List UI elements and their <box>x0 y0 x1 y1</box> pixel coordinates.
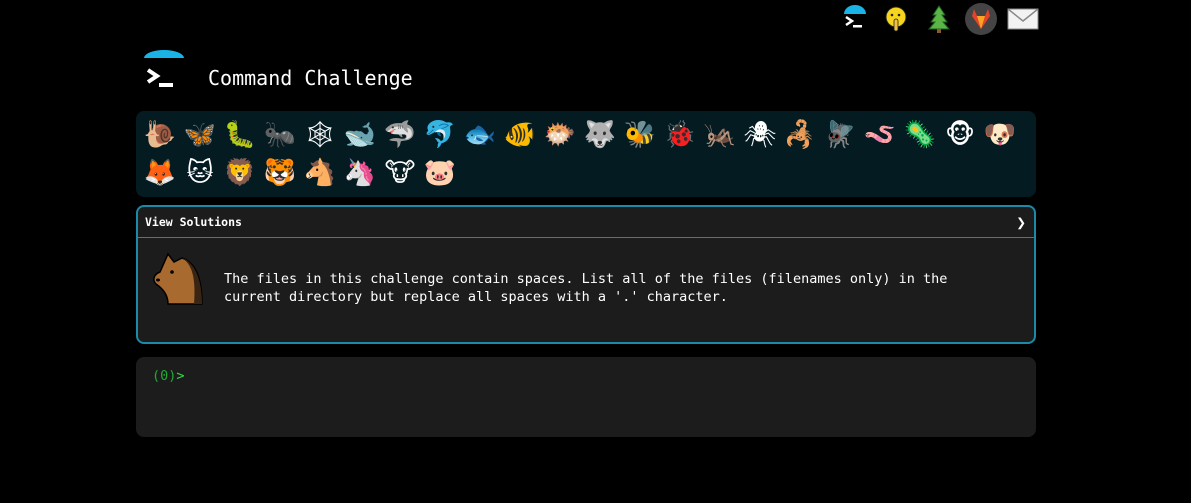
pig-face-icon[interactable]: 🐷 <box>420 154 460 192</box>
view-solutions-toggle[interactable]: View Solutions ❯ <box>138 207 1034 238</box>
spider-web-icon[interactable]: 🕸 <box>300 116 340 154</box>
lion-icon[interactable]: 🦁 <box>220 154 260 192</box>
ant-icon[interactable]: 🐜 <box>260 116 300 154</box>
evergreen-tree-icon[interactable] <box>922 2 956 36</box>
terminal-logo-icon[interactable] <box>838 2 872 36</box>
whale-icon[interactable]: 🐋 <box>340 116 380 154</box>
horse-face-icon <box>148 248 210 310</box>
top-icon-bar <box>838 2 1040 36</box>
fox-icon[interactable]: 🦊 <box>140 154 180 192</box>
microbe-icon[interactable]: 🦠 <box>900 116 940 154</box>
fly-icon[interactable]: 🪰 <box>820 116 860 154</box>
gitlab-icon[interactable] <box>964 2 998 36</box>
spider-icon[interactable]: 🕷 <box>740 116 780 154</box>
unicorn-icon[interactable]: 🦄 <box>340 154 380 192</box>
dog-face-icon[interactable]: 🐶 <box>980 116 1020 154</box>
scorpion-icon[interactable]: 🦂 <box>780 116 820 154</box>
terminal[interactable]: (0)> <box>136 357 1036 437</box>
challenge-animal-bar: 🐌 🦋 🐛 🐜 🕸 🐋 🦈 🐬 🐟 🐠 🐡 🐺 🐝 🐞 🦗 🕷 🦂 🪰 🪱 🦠 🐵 🐶 🦊 🐱 🦁 🐯 🐴 🦄 🐮 🐷 <box>136 111 1036 197</box>
dolphin-icon[interactable]: 🐬 <box>420 116 460 154</box>
caterpillar-icon[interactable]: 🐛 <box>220 116 260 154</box>
tiger-face-icon[interactable]: 🐯 <box>260 154 300 192</box>
blowfish-icon[interactable]: 🐡 <box>540 116 580 154</box>
bee-icon[interactable]: 🐝 <box>620 116 660 154</box>
snail-icon[interactable]: 🐌 <box>140 116 180 154</box>
wolf-icon[interactable]: 🐺 <box>580 116 620 154</box>
challenge-panel: View Solutions ❯ The files in this chall… <box>136 205 1036 344</box>
view-solutions-label: View Solutions <box>145 215 242 229</box>
chevron-right-icon: ❯ <box>1016 212 1026 232</box>
worm-icon[interactable]: 🪱 <box>860 116 900 154</box>
ladybug-icon[interactable]: 🐞 <box>660 116 700 154</box>
envelope-icon[interactable] <box>1006 2 1040 36</box>
terminal-prompt[interactable]: (0)> <box>152 368 1020 384</box>
cat-face-icon[interactable]: 🐱 <box>180 154 220 192</box>
prompt-exit-code: (0) <box>152 368 177 384</box>
horse-face-icon[interactable]: 🐴 <box>300 154 340 192</box>
challenge-description: The files in this challenge contain spac… <box>224 271 948 305</box>
tropical-fish-icon[interactable]: 🐠 <box>500 116 540 154</box>
shushing-face-icon[interactable] <box>880 2 914 36</box>
cow-face-icon[interactable]: 🐮 <box>380 154 420 192</box>
butterfly-icon[interactable]: 🦋 <box>180 116 220 154</box>
site-header: Command Challenge <box>140 48 413 96</box>
shark-icon[interactable]: 🦈 <box>380 116 420 154</box>
fish-icon[interactable]: 🐟 <box>460 116 500 154</box>
terminal-logo-icon[interactable] <box>140 48 188 96</box>
prompt-symbol: > <box>176 368 185 384</box>
cricket-icon[interactable]: 🦗 <box>700 116 740 154</box>
page-title: Command Challenge <box>208 66 413 90</box>
monkey-face-icon[interactable]: 🐵 <box>940 116 980 154</box>
